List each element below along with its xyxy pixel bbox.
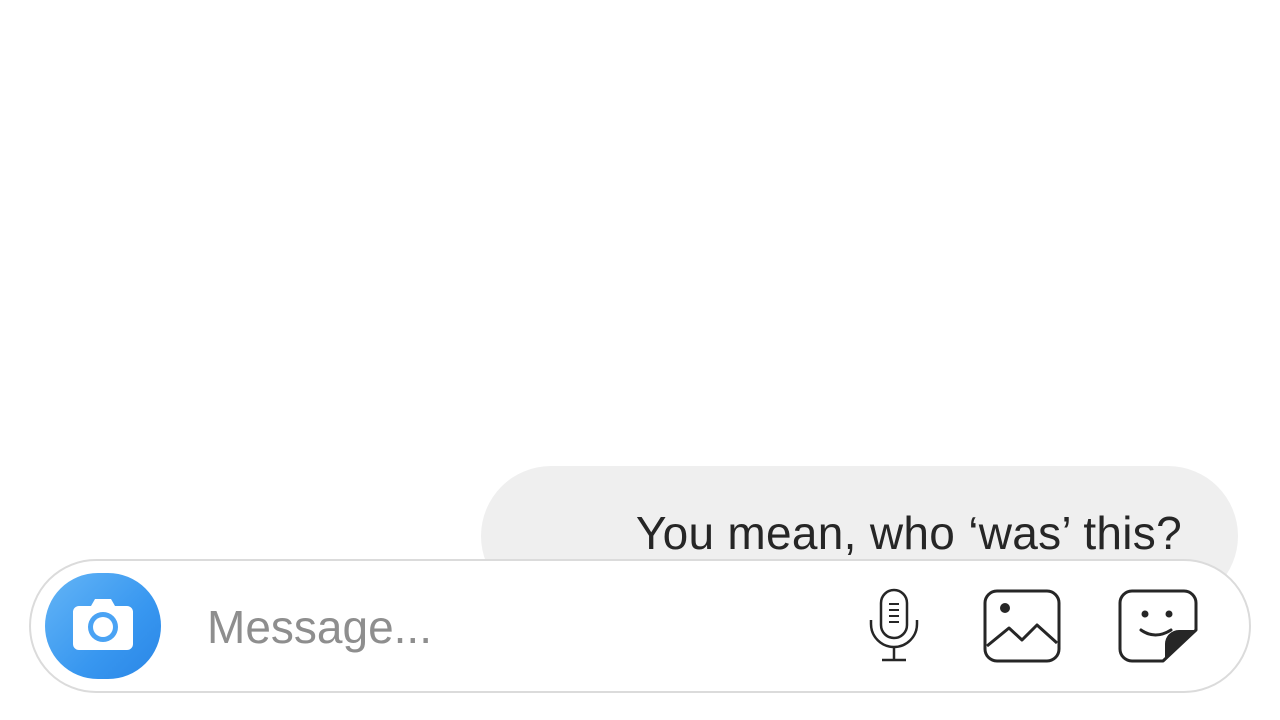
microphone-icon (862, 586, 926, 671)
gallery-icon (982, 588, 1062, 669)
message-input[interactable] (207, 591, 807, 663)
camera-button[interactable] (45, 573, 161, 679)
message-text: You mean, who ‘was’ this? (635, 507, 1182, 559)
direct-message-screen: You mean, who ‘was’ this? (0, 0, 1280, 720)
camera-icon (69, 596, 137, 657)
message-thread[interactable]: You mean, who ‘was’ this? (0, 0, 1280, 606)
sticker-button[interactable] (1117, 587, 1199, 669)
sticker-icon (1117, 588, 1199, 669)
message-composer (29, 559, 1251, 693)
voice-message-button[interactable] (853, 587, 935, 669)
gallery-button[interactable] (981, 587, 1063, 669)
